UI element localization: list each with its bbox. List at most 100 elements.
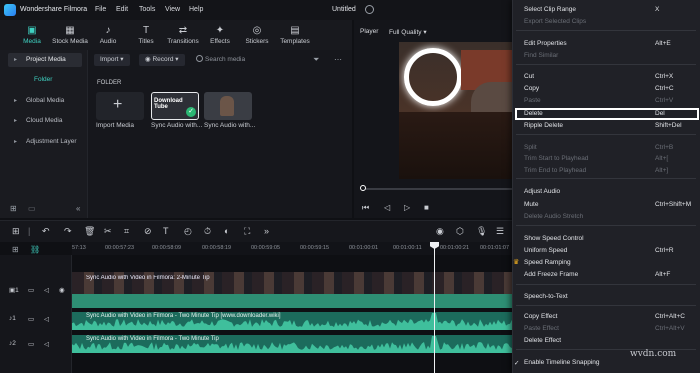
fit-icon[interactable]: ⛶ [244, 226, 250, 237]
previous-frame-icon[interactable]: ⏮ [362, 203, 369, 213]
tab-audio[interactable]: ♪ Audio [88, 20, 128, 50]
play-icon[interactable]: ▷ [404, 203, 410, 212]
menu-item-delete-effect[interactable]: Delete Effect [524, 337, 561, 344]
folder-track-icon[interactable]: ▭ [28, 315, 34, 323]
speaker-icon[interactable]: ◁ [44, 340, 49, 348]
text-icon[interactable]: T [163, 226, 169, 236]
menu-item-ripple-delete[interactable]: Ripple Delete [524, 122, 563, 129]
transitions-icon: ⇄ [178, 25, 188, 36]
import-dropdown[interactable]: Import ▾ [94, 54, 130, 66]
color-icon[interactable]: ◐ [224, 226, 229, 236]
menu-item-find-similar: Find Similar [524, 52, 559, 59]
sidebar-folder[interactable]: Folder [34, 76, 52, 83]
menu-item-add-freeze-frame[interactable]: Add Freeze Frame [524, 271, 578, 278]
shield-icon[interactable]: ⬡ [456, 226, 464, 237]
snapshot-icon[interactable]: ◉ [436, 226, 444, 237]
collapse-panel-icon[interactable]: « [76, 204, 80, 213]
delete-icon[interactable]: 🗑 [84, 226, 95, 237]
split-scissors-icon[interactable]: ✂ [104, 226, 112, 237]
video-preview[interactable] [399, 42, 512, 179]
menu-item-speed-ramping[interactable]: Speed Ramping [524, 259, 571, 266]
video-clip-audio[interactable] [72, 294, 512, 308]
tab-effects[interactable]: ✦ Effects [200, 20, 240, 50]
sidebar-item-project-media[interactable]: Project Media [8, 53, 82, 67]
tab-stickers[interactable]: ◎ Stickers [237, 20, 277, 50]
audio-track-icon: ♪2 [9, 340, 16, 347]
menu-view[interactable]: View [165, 6, 180, 13]
audio-clip-1[interactable]: Sync Audio with Video in Filmora - Two M… [72, 312, 512, 330]
clip-1-label: Sync Audio with... [151, 122, 203, 129]
add-track-icon[interactable]: ⊞ [12, 245, 19, 254]
save-status-icon [365, 5, 374, 14]
tab-templates[interactable]: ▤ Templates [275, 20, 315, 50]
preview-scrubber[interactable] [362, 188, 512, 190]
scrubber-handle[interactable] [360, 185, 366, 191]
menu-shortcut: Ctrl+Alt+V [655, 325, 685, 332]
stop-icon[interactable]: ■ [424, 203, 429, 212]
menu-separator [516, 64, 696, 65]
playhead[interactable] [434, 242, 435, 373]
menu-tools[interactable]: Tools [139, 6, 155, 13]
menu-item-uniform-speed[interactable]: Uniform Speed [524, 247, 567, 254]
eye-icon[interactable]: ◉ [59, 286, 65, 294]
menu-item-export-selected-clips: Export Selected Clips [524, 18, 587, 25]
list-icon[interactable]: ☰ [496, 226, 504, 237]
more-options-icon[interactable]: ⋯ [334, 55, 342, 64]
media-clip-1[interactable]: Download Tube ✓ [151, 92, 199, 120]
timer-icon[interactable]: ⏱ [204, 226, 211, 237]
menu-file[interactable]: File [95, 6, 106, 13]
checkmark-icon: ✓ [186, 107, 196, 117]
menu-item-enable-timeline-snapping[interactable]: Enable Timeline Snapping [524, 359, 600, 366]
filter-icon[interactable]: ⏷ [313, 55, 319, 65]
new-folder-icon[interactable]: ⊞ [10, 204, 17, 213]
video-track-icon: ▣1 [9, 287, 19, 294]
ruler-tick: 00:01:01:07 [480, 245, 510, 251]
media-tabs-bar: ▣ Media ▦ Stock Media ♪ Audio T Titles ⇄… [0, 20, 352, 50]
tab-transitions[interactable]: ⇄ Transitions [163, 20, 203, 50]
layout-grid-icon[interactable]: ⊞ [12, 226, 20, 237]
audio-clip-1-label: Sync Audio with Video in Filmora - Two M… [86, 313, 281, 319]
menu-item-show-speed-control[interactable]: Show Speed Control [524, 235, 584, 242]
sidebar-item-adjustment-layer[interactable]: Adjustment Layer [8, 135, 82, 149]
folder-track-icon[interactable]: ▭ [28, 286, 34, 294]
audio-clip-2[interactable]: Sync Audio with Video in Filmora - Two M… [72, 335, 512, 353]
menu-item-speech-to-text[interactable]: Speech-to-Text [524, 293, 568, 300]
ruler-tick: 00:00:57:23 [105, 245, 135, 251]
more-tools-icon[interactable]: » [264, 226, 269, 236]
folder-track-icon[interactable]: ▭ [28, 340, 34, 348]
speaker-icon[interactable]: ◁ [44, 286, 49, 294]
menu-item-adjust-audio[interactable]: Adjust Audio [524, 188, 560, 195]
menu-help[interactable]: Help [189, 6, 203, 13]
effects-icon: ✦ [215, 25, 225, 36]
media-clip-2[interactable] [204, 92, 252, 120]
step-back-icon[interactable]: ◁ [384, 203, 390, 212]
quality-dropdown[interactable]: Full Quality ▾ [389, 28, 427, 36]
marker-icon[interactable]: ⊘ [144, 226, 152, 237]
undo-icon[interactable]: ↶ [42, 226, 50, 237]
link-icon[interactable]: ⛓ [30, 245, 40, 254]
sidebar-item-cloud-media[interactable]: Cloud Media [8, 114, 82, 128]
menu-item-copy-effect[interactable]: Copy Effect [524, 313, 557, 320]
folder-icon[interactable]: ▭ [28, 204, 36, 213]
tab-titles[interactable]: T Titles [126, 20, 166, 50]
sidebar-item-global-media[interactable]: Global Media [8, 94, 82, 108]
checkmark-icon: ✓ [514, 360, 520, 367]
menu-item-trim-end-to-playhead: Trim End to Playhead [524, 167, 587, 174]
menu-item-edit-properties[interactable]: Edit Properties [524, 40, 567, 47]
mic-icon[interactable]: 🎙 [476, 226, 487, 237]
speed-icon[interactable]: ◴ [184, 226, 192, 237]
audio-track-icon: ♪1 [9, 315, 16, 322]
menu-item-cut[interactable]: Cut [524, 73, 534, 80]
menu-item-select-clip-range[interactable]: Select Clip Range [524, 6, 576, 13]
crop-icon[interactable]: ⌗ [124, 226, 129, 237]
menu-edit[interactable]: Edit [116, 6, 128, 13]
menu-item-copy[interactable]: Copy [524, 85, 539, 92]
record-dropdown[interactable]: ◉ Record ▾ [139, 54, 185, 66]
search-input[interactable]: Search media [205, 56, 245, 63]
redo-icon[interactable]: ↷ [64, 226, 72, 237]
filmora-logo-icon [4, 4, 16, 16]
menu-item-mute[interactable]: Mute [524, 201, 538, 208]
speaker-icon[interactable]: ◁ [44, 315, 49, 323]
tab-media[interactable]: ▣ Media [12, 20, 52, 50]
tab-stock-media[interactable]: ▦ Stock Media [50, 20, 90, 50]
